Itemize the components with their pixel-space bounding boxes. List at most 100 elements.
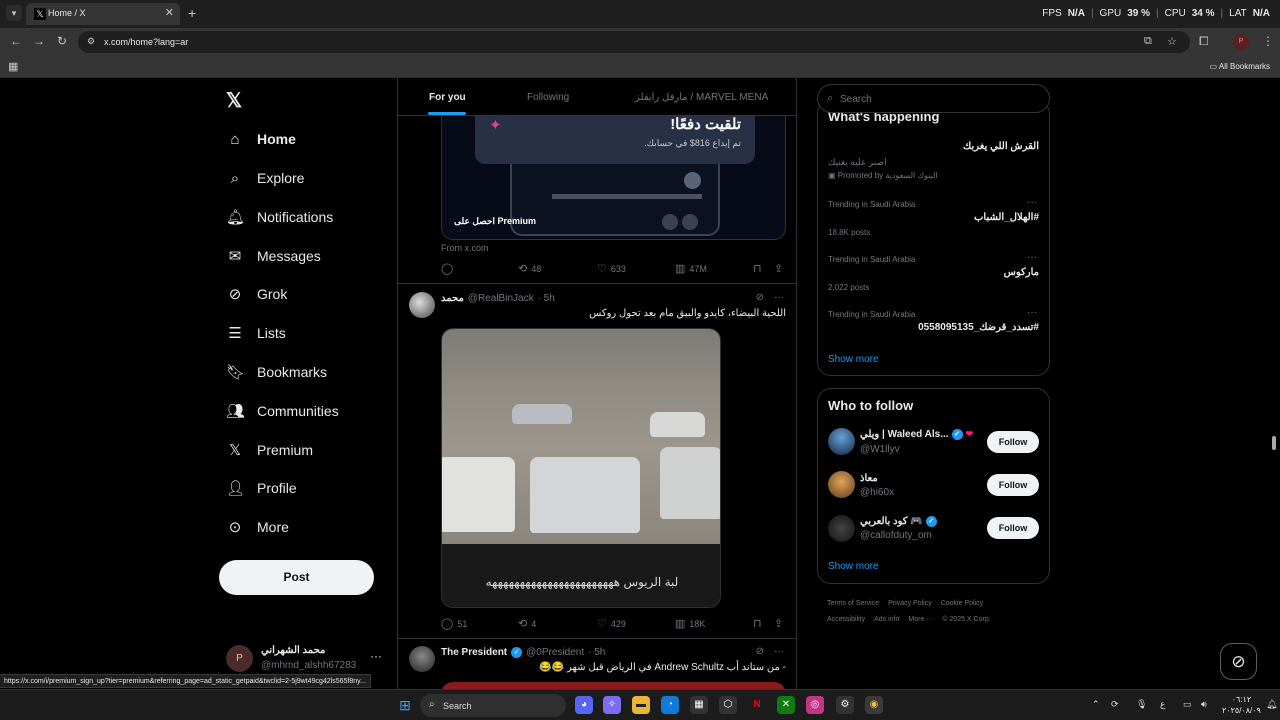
trend-title[interactable]: #تسدد_قرضك_0558095135 bbox=[918, 322, 1039, 333]
xbox-icon[interactable]: ✕ bbox=[777, 696, 795, 714]
site-info-icon[interactable]: ⚙ bbox=[87, 36, 95, 47]
all-bookmarks-button[interactable]: ▭ All Bookmarks bbox=[1210, 62, 1270, 71]
discord-icon[interactable]: ◕ bbox=[575, 696, 593, 714]
show-more-link[interactable]: Show more bbox=[828, 354, 879, 365]
extensions-icon[interactable]: ⧠ bbox=[1199, 34, 1209, 49]
more-dots-icon[interactable]: ··· bbox=[1027, 197, 1037, 208]
chrome-icon[interactable]: ◉ bbox=[865, 696, 883, 714]
nav-item-explore[interactable]: ⌕ Explore bbox=[226, 163, 305, 193]
x-logo-icon[interactable]: 𝕏 bbox=[226, 88, 242, 113]
follow-button[interactable]: Follow bbox=[987, 517, 1039, 539]
browser-menu-icon[interactable]: ⋮ bbox=[1262, 34, 1274, 48]
grok-floating-button[interactable]: ⊘ bbox=[1220, 643, 1257, 680]
back-arrow-icon[interactable]: ← bbox=[10, 34, 22, 48]
footer-link[interactable]: Accessibility bbox=[827, 616, 865, 623]
author-handle[interactable]: @RealBinJack bbox=[468, 293, 534, 304]
install-app-icon[interactable]: ⧉ bbox=[1144, 35, 1152, 48]
ad-source-link[interactable]: From x.com bbox=[441, 243, 489, 253]
edge-icon[interactable]: ◔ bbox=[661, 696, 679, 714]
tweet-time[interactable]: · 5h bbox=[538, 293, 555, 304]
app-icon[interactable]: ⚙ bbox=[836, 696, 854, 714]
nav-item-lists[interactable]: ☰ Lists bbox=[226, 318, 286, 348]
nav-item-more[interactable]: ⊙ More bbox=[226, 512, 289, 542]
footer-link[interactable]: Privacy Policy bbox=[888, 600, 932, 607]
like-button[interactable]: ♡ 633 bbox=[597, 262, 626, 275]
footer-link[interactable]: More ··· bbox=[908, 616, 933, 623]
more-dots-icon[interactable]: ··· bbox=[1027, 307, 1037, 318]
apps-grid-icon[interactable]: ▦ bbox=[8, 60, 18, 73]
app-icon[interactable]: ⬡ bbox=[719, 696, 737, 714]
nav-item-home[interactable]: ⌂ Home bbox=[226, 124, 295, 154]
trend-title[interactable]: ماركوس bbox=[1004, 267, 1039, 278]
more-dots-icon[interactable]: ··· bbox=[774, 292, 784, 303]
forward-arrow-icon[interactable]: → bbox=[33, 34, 45, 48]
like-button[interactable]: ♡ 429 bbox=[597, 617, 626, 630]
system-clock[interactable]: ٠٦:١٢ ٢٠٢٥/٠٨/٠٩ bbox=[1222, 694, 1261, 716]
reload-icon[interactable]: ↻ bbox=[57, 34, 67, 48]
retweet-button[interactable]: ⟲ 48 bbox=[518, 262, 541, 275]
follow-button[interactable]: Follow bbox=[987, 474, 1039, 496]
more-dots-icon[interactable]: ··· bbox=[774, 646, 784, 657]
network-icon[interactable]: ▭ bbox=[1183, 699, 1192, 710]
instagram-icon[interactable]: ◎ bbox=[806, 696, 824, 714]
views-button[interactable]: ▥ 18K bbox=[675, 617, 705, 630]
scrollbar-thumb[interactable] bbox=[1272, 436, 1276, 450]
views-button[interactable]: ▥ 47M bbox=[675, 262, 707, 275]
avatar[interactable] bbox=[409, 646, 435, 672]
reply-button[interactable]: ◯ bbox=[441, 262, 453, 275]
ad-media-card[interactable]: ✦ تلقيت دفعًا! تم إيداع 816$ في حسابك. ا… bbox=[441, 114, 786, 240]
volume-icon[interactable]: 🔊︎ bbox=[1201, 699, 1207, 710]
nav-item-grok[interactable]: ⊘ Grok bbox=[226, 279, 288, 309]
netflix-icon[interactable]: N bbox=[748, 696, 766, 714]
tweet-time[interactable]: · 5h bbox=[588, 647, 605, 658]
avatar[interactable] bbox=[828, 471, 855, 498]
new-tab-button[interactable]: + bbox=[188, 5, 196, 21]
bookmark-button[interactable]: ⊓ bbox=[753, 617, 762, 630]
follow-suggestion-name[interactable]: معاذ bbox=[860, 473, 878, 484]
trend-title[interactable]: #الهلال_الشباب bbox=[974, 212, 1039, 223]
share-button[interactable]: ⇪ bbox=[774, 262, 783, 275]
avatar[interactable] bbox=[828, 428, 855, 455]
notifications-bell-icon[interactable]: 🔔︎ bbox=[1266, 699, 1277, 710]
url-text[interactable]: x.com/home?lang=ar bbox=[104, 37, 188, 47]
tab-following[interactable]: Following bbox=[527, 92, 569, 103]
post-button[interactable]: Post bbox=[219, 560, 374, 595]
tweet-video[interactable]: لبة الريوس هههههههههههههههههههههههه bbox=[441, 328, 721, 608]
bookmark-star-icon[interactable]: ☆ bbox=[1167, 35, 1177, 48]
footer-link[interactable]: Cookie Policy bbox=[941, 600, 983, 607]
timeline[interactable]: For you Following مارفل رايفلز / MARVEL … bbox=[397, 78, 797, 720]
input-language[interactable]: ع bbox=[1160, 699, 1165, 710]
address-bar[interactable]: ⚙ x.com/home?lang=ar ⧉ ☆ bbox=[78, 31, 1190, 53]
nav-item-profile[interactable]: 👤︎ Profile bbox=[226, 473, 297, 503]
nav-item-notifications[interactable]: 🔔︎ Notifications bbox=[226, 202, 333, 232]
retweet-button[interactable]: ⟲ 4 bbox=[518, 617, 536, 630]
author-name[interactable]: The President bbox=[441, 647, 507, 658]
tray-overflow-icon[interactable]: ⌃ bbox=[1092, 699, 1100, 710]
follow-suggestion-name[interactable]: ويلي | Waleed Als... ✓ ❤ bbox=[860, 429, 973, 440]
avatar[interactable] bbox=[409, 292, 435, 318]
tab-search-button[interactable]: ▾ bbox=[6, 5, 22, 21]
file-explorer-icon[interactable]: ▬ bbox=[632, 696, 650, 714]
nav-item-communities[interactable]: 👥︎ Communities bbox=[226, 396, 339, 426]
bookmark-button[interactable]: ⊓ bbox=[753, 262, 762, 275]
more-dots-icon[interactable]: ··· bbox=[1027, 252, 1037, 263]
grok-icon[interactable]: ⊘ bbox=[756, 292, 764, 303]
promo-title[interactable]: القرش اللي يغربك bbox=[963, 141, 1039, 152]
follow-suggestion-name[interactable]: كود بالعربي 🎮 ✓ bbox=[860, 516, 937, 527]
microsoft-store-icon[interactable]: ▦ bbox=[690, 696, 708, 714]
more-dots-icon[interactable]: ··· bbox=[370, 649, 382, 663]
share-button[interactable]: ⇪ bbox=[774, 617, 783, 630]
sync-icon[interactable]: ⟳ bbox=[1111, 699, 1119, 710]
author-handle[interactable]: @0President bbox=[526, 647, 584, 658]
browser-tab[interactable]: 𝕏 Home / X ✕ bbox=[26, 3, 180, 25]
microphone-icon[interactable]: 🎙︎ bbox=[1136, 699, 1147, 710]
windows-start-icon[interactable]: ⊞ bbox=[396, 696, 414, 714]
footer-link[interactable]: Terms of Service bbox=[827, 600, 879, 607]
nav-item-bookmarks[interactable]: 🔖︎ Bookmarks bbox=[226, 357, 327, 387]
tab-marvel-mena[interactable]: مارفل رايفلز / MARVEL MENA bbox=[635, 92, 768, 103]
taskbar-search[interactable]: ⌕ Search bbox=[420, 694, 566, 717]
author-name[interactable]: محمد bbox=[441, 293, 464, 304]
nav-item-messages[interactable]: ✉ Messages bbox=[226, 241, 321, 271]
grok-icon[interactable]: ⊘ bbox=[756, 646, 764, 657]
follow-button[interactable]: Follow bbox=[987, 431, 1039, 453]
